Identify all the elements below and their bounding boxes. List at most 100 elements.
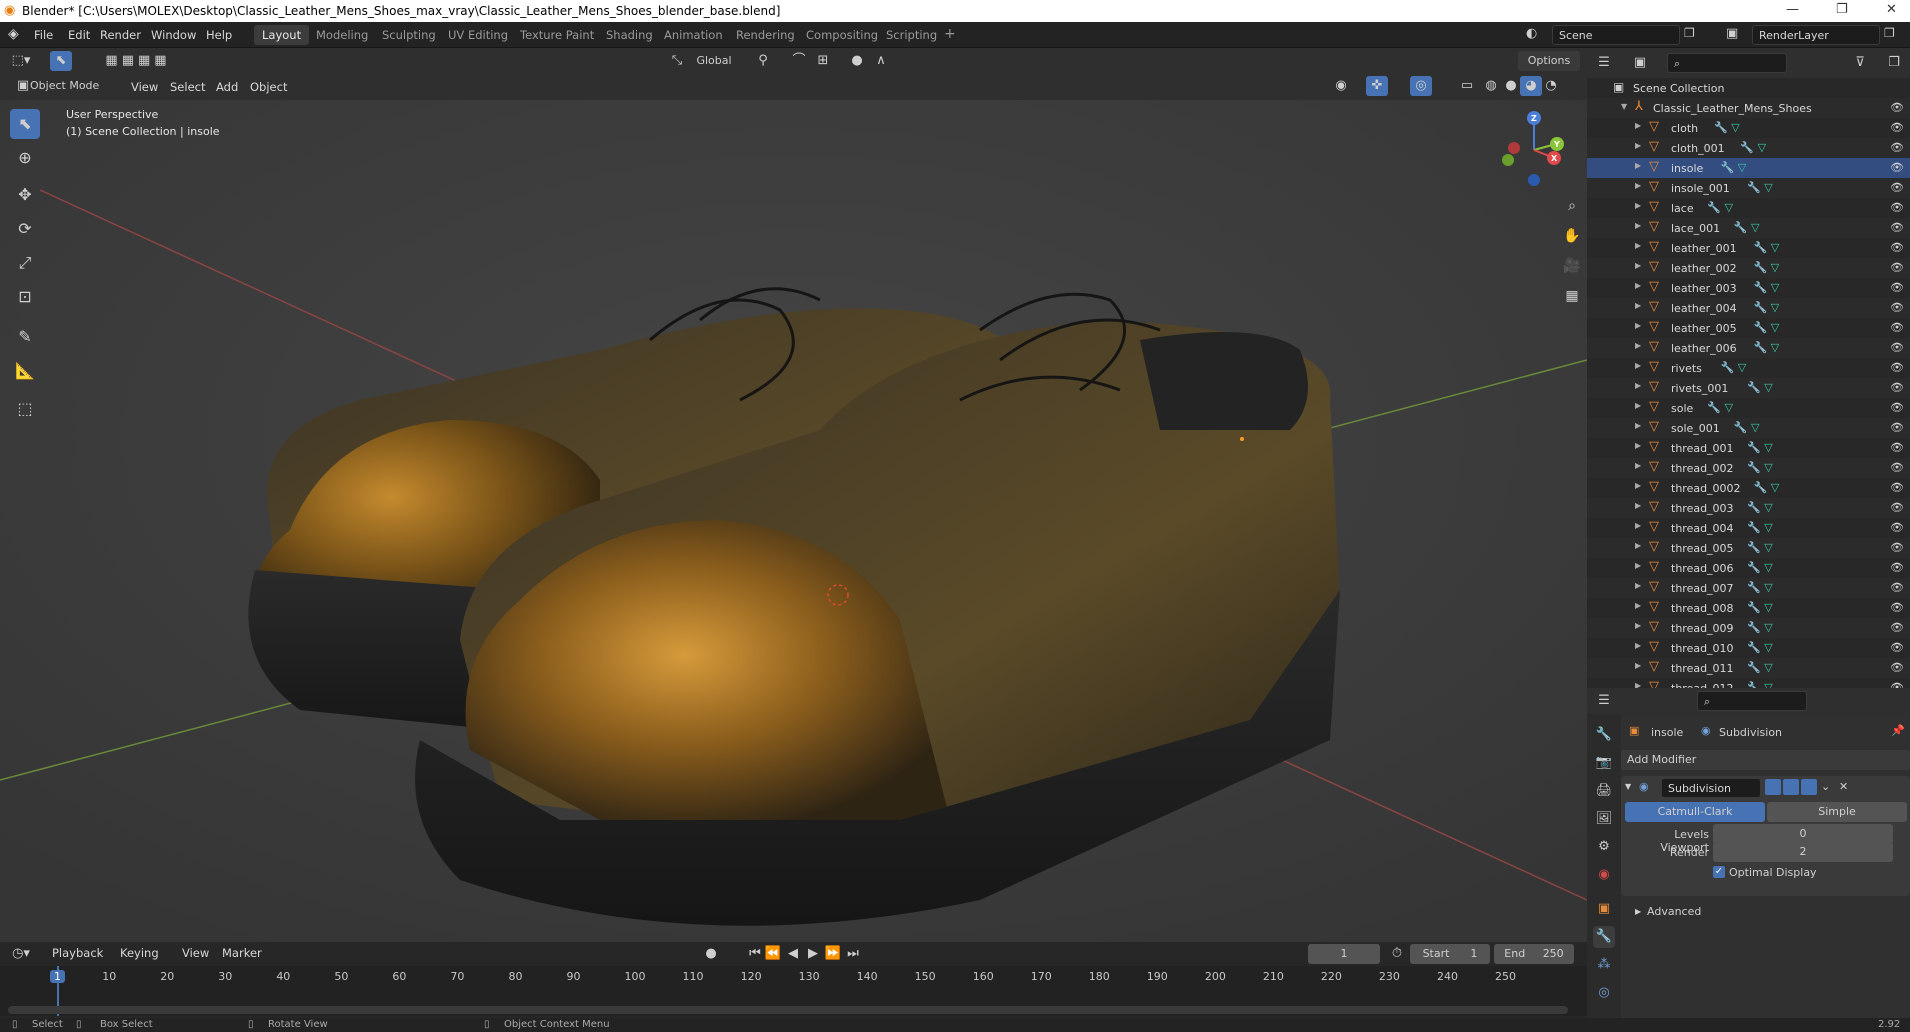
expand-icon[interactable]: ▶	[1635, 501, 1641, 510]
play-icon[interactable]: ▶	[802, 944, 824, 964]
outliner-item[interactable]: ▶ ▽ leather_002 🔧 ▽ 👁	[1587, 258, 1910, 278]
object-data-icons[interactable]: 🔧 ▽	[1747, 661, 1773, 674]
restore-icon[interactable]: ❐	[1836, 2, 1848, 17]
mesh-data-icon[interactable]: ▽	[1738, 161, 1746, 174]
mesh-data-icon[interactable]: ▽	[1771, 321, 1779, 334]
expand-icon[interactable]: ▶	[1635, 361, 1641, 370]
tl-menu-marker[interactable]: Marker	[222, 946, 262, 960]
object-data-icons[interactable]: 🔧 ▽	[1747, 501, 1773, 514]
outliner-item[interactable]: ▶ ▽ leather_004 🔧 ▽ 👁	[1587, 298, 1910, 318]
modifier-wrench-icon[interactable]: 🔧	[1747, 661, 1761, 674]
expand-icon[interactable]: ▶	[1635, 281, 1641, 290]
mesh-data-icon[interactable]: ▽	[1764, 561, 1772, 574]
eye-icon[interactable]: 👁	[1890, 601, 1904, 614]
eye-icon[interactable]: 👁	[1890, 141, 1904, 154]
expand-icon[interactable]: ▶	[1635, 381, 1641, 390]
expand-icon[interactable]: ▶	[1635, 201, 1641, 210]
transform-orientation-dropdown[interactable]: Global	[686, 51, 742, 71]
outliner-collection-row[interactable]: ▼ ⅄ Classic_Leather_Mens_Shoes 👁	[1587, 98, 1910, 118]
modifier-wrench-icon[interactable]: 🔧	[1747, 541, 1761, 554]
physics-tab-icon[interactable]: ◎	[1593, 982, 1615, 1004]
eye-icon[interactable]: 👁	[1890, 121, 1904, 134]
menu-edit[interactable]: Edit	[68, 28, 90, 42]
expand-icon[interactable]: ▶	[1635, 521, 1641, 530]
proportional-edit-icon[interactable]: ●	[846, 51, 868, 71]
output-tab-icon[interactable]: 🖨	[1593, 780, 1615, 802]
expand-icon[interactable]: ▶	[1635, 621, 1641, 630]
mesh-data-icon[interactable]: ▽	[1764, 641, 1772, 654]
outliner-item[interactable]: ▶ ▽ cloth 🔧 ▽ 👁	[1587, 118, 1910, 138]
selection-mode-icons[interactable]: ▦▦▦▦	[88, 51, 188, 71]
eye-icon[interactable]: 👁	[1890, 281, 1904, 294]
object-data-icons[interactable]: 🔧 ▽	[1747, 541, 1773, 554]
renderlayer-icon[interactable]: ▣	[1726, 26, 1738, 41]
display-mode-icon[interactable]: ▣	[1629, 53, 1651, 73]
start-frame-field[interactable]: Start 1	[1410, 944, 1490, 964]
mesh-data-icon[interactable]: ▽	[1725, 201, 1733, 214]
outliner-item[interactable]: ▶ ▽ insole_001 🔧 ▽ 👁	[1587, 178, 1910, 198]
outliner-scene-collection[interactable]: ▣ Scene Collection	[1587, 78, 1910, 98]
add-cube-tool-icon[interactable]: ⬚	[10, 394, 40, 424]
modifier-wrench-icon[interactable]: 🔧	[1747, 561, 1761, 574]
eye-icon[interactable]: 👁	[1890, 621, 1904, 634]
expand-icon[interactable]: ▶	[1635, 221, 1641, 230]
expand-icon[interactable]: ▶	[1635, 641, 1641, 650]
eye-icon[interactable]: 👁	[1890, 261, 1904, 274]
modifier-wrench-icon[interactable]: 🔧	[1747, 501, 1761, 514]
particles-tab-icon[interactable]: ⁂	[1593, 954, 1615, 976]
modifier-name-field[interactable]: Subdivision	[1661, 778, 1761, 798]
eye-icon[interactable]: 👁	[1890, 641, 1904, 654]
object-data-icons[interactable]: 🔧 ▽	[1734, 421, 1760, 434]
simple-button[interactable]: Simple	[1767, 802, 1907, 822]
pin-icon[interactable]: 📌	[1891, 724, 1905, 737]
mesh-data-icon[interactable]: ▽	[1771, 301, 1779, 314]
object-data-icons[interactable]: 🔧 ▽	[1707, 401, 1733, 414]
mesh-data-icon[interactable]: ▽	[1738, 361, 1746, 374]
eye-icon[interactable]: 👁	[1890, 201, 1904, 214]
rendered-shading-icon[interactable]: ◔	[1540, 76, 1562, 96]
minimize-icon[interactable]: —	[1786, 2, 1799, 17]
properties-search-input[interactable]: ⌕	[1697, 691, 1807, 711]
modifier-wrench-icon[interactable]: 🔧	[1707, 201, 1721, 214]
expand-icon[interactable]: ▶	[1635, 541, 1641, 550]
expand-icon[interactable]: ▶	[1635, 161, 1641, 170]
remove-modifier-icon[interactable]: ✕	[1839, 780, 1848, 793]
vp-menu-object[interactable]: Object	[250, 80, 287, 94]
expand-icon[interactable]: ▶	[1635, 601, 1641, 610]
object-data-icons[interactable]: 🔧 ▽	[1747, 621, 1773, 634]
object-data-icons[interactable]: 🔧 ▽	[1747, 561, 1773, 574]
annotate-tool-icon[interactable]: ✎	[10, 322, 40, 352]
pan-hand-icon[interactable]: ✋	[1558, 222, 1586, 250]
outliner-item[interactable]: ▶ ▽ cloth_001 🔧 ▽ 👁	[1587, 138, 1910, 158]
blender-menu-icon[interactable]: ◈	[8, 26, 19, 42]
outliner-item[interactable]: ▶ ▽ thread_006 🔧 ▽ 👁	[1587, 558, 1910, 578]
tl-menu-playback[interactable]: Playback	[52, 946, 103, 960]
object-data-icons[interactable]: 🔧 ▽	[1747, 181, 1773, 194]
modifier-wrench-icon[interactable]: 🔧	[1747, 181, 1761, 194]
eye-icon[interactable]: 👁	[1890, 461, 1904, 474]
mesh-data-icon[interactable]: ▽	[1764, 581, 1772, 594]
material-shading-icon[interactable]: ◕	[1520, 76, 1542, 96]
mesh-data-icon[interactable]: ▽	[1751, 421, 1759, 434]
outliner-item[interactable]: ▶ ▽ leather_001 🔧 ▽ 👁	[1587, 238, 1910, 258]
eye-icon[interactable]: 👁	[1890, 521, 1904, 534]
expand-icon[interactable]: ▼	[1625, 782, 1631, 791]
falloff-icon[interactable]: ∧	[870, 51, 892, 71]
outliner-search-input[interactable]: ⌕	[1667, 53, 1787, 73]
close-icon[interactable]: ✕	[1886, 2, 1897, 17]
mesh-data-icon[interactable]: ▽	[1764, 661, 1772, 674]
outliner-item[interactable]: ▶ ▽ insole 🔧 ▽ 👁	[1587, 158, 1910, 178]
camera-view-icon[interactable]: 🎥	[1558, 252, 1586, 280]
mesh-data-icon[interactable]: ▽	[1764, 541, 1772, 554]
mesh-data-icon[interactable]: ▽	[1764, 501, 1772, 514]
object-data-icons[interactable]: 🔧 ▽	[1754, 281, 1780, 294]
render-tab-icon[interactable]: 📷	[1593, 752, 1615, 774]
eye-icon[interactable]: 👁	[1890, 341, 1904, 354]
modifier-wrench-icon[interactable]: 🔧	[1747, 621, 1761, 634]
outliner-item[interactable]: ▶ ▽ thread_011 🔧 ▽ 👁	[1587, 658, 1910, 678]
expand-icon[interactable]: ▶	[1635, 341, 1641, 350]
tool-tab-icon[interactable]: 🔧	[1593, 724, 1615, 746]
eye-icon[interactable]: 👁	[1890, 181, 1904, 194]
expand-icon[interactable]: ▶	[1635, 561, 1641, 570]
mesh-data-icon[interactable]: ▽	[1764, 681, 1772, 688]
